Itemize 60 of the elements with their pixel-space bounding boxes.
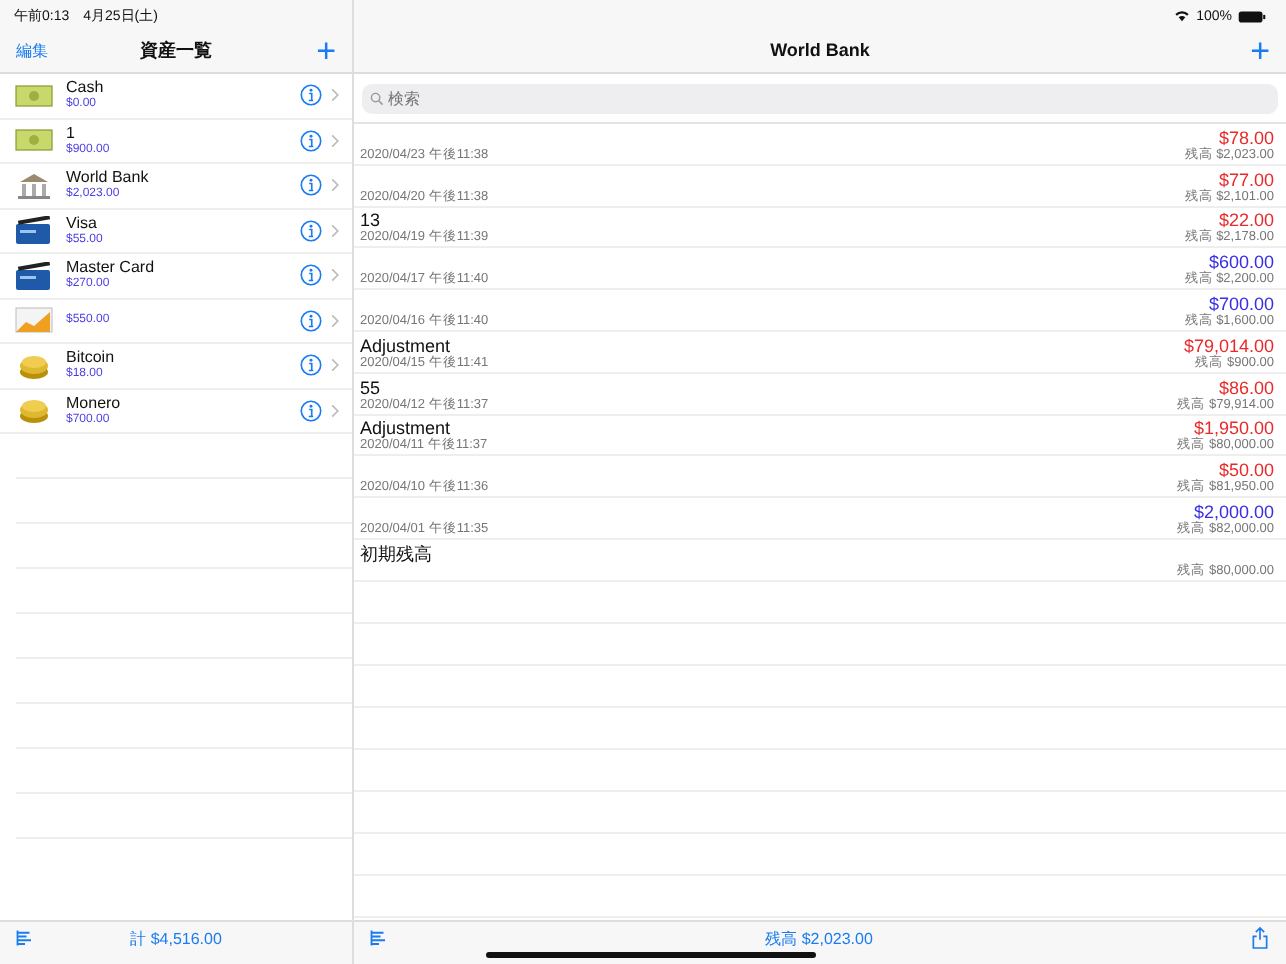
search-icon	[370, 92, 384, 106]
info-icon[interactable]	[300, 354, 322, 377]
transaction-amount: $86.00	[1218, 377, 1274, 398]
transaction-amount: $79,014.00	[1183, 335, 1274, 356]
transaction-memo: Adjustment	[360, 335, 451, 356]
asset-name: Monero	[66, 393, 123, 412]
chevron-icon	[330, 223, 340, 238]
chevron-icon	[330, 88, 340, 103]
info-icon[interactable]	[300, 264, 322, 287]
sidebar-title: 資産一覧	[140, 37, 212, 63]
asset-name: 1	[66, 123, 77, 142]
balance-label: 残高 $2,023.00	[763, 927, 875, 949]
asset-name: Visa	[66, 213, 99, 232]
transaction-memo: 13	[360, 210, 381, 231]
chevron-icon	[330, 268, 340, 283]
transaction-amount: $2,000.00	[1193, 501, 1274, 522]
chevron-icon	[330, 133, 340, 148]
chevron-icon	[330, 178, 340, 193]
asset-name: World Bank	[66, 168, 151, 187]
transaction-amount: $700.00	[1208, 293, 1274, 314]
banknote-icon	[14, 126, 54, 155]
info-icon[interactable]	[300, 309, 322, 332]
transaction-amount: $1,950.00	[1193, 418, 1274, 439]
transaction-amount: $22.00	[1218, 210, 1274, 231]
credit-card-icon	[14, 216, 54, 245]
list-icon[interactable]	[370, 928, 388, 948]
share-icon[interactable]	[1250, 926, 1270, 950]
info-icon[interactable]	[300, 219, 322, 242]
transaction-memo: 初期残高	[360, 543, 432, 564]
chevron-icon	[330, 358, 340, 373]
battery-icon	[1238, 9, 1266, 23]
banknote-icon	[14, 81, 54, 110]
info-icon[interactable]	[300, 84, 322, 107]
transaction-memo: Adjustment	[360, 418, 451, 439]
transaction-memo: 55	[360, 377, 381, 398]
wifi-icon	[1174, 10, 1191, 22]
chevron-icon	[330, 403, 340, 418]
info-icon[interactable]	[300, 129, 322, 152]
edit-button[interactable]: 編集	[16, 39, 48, 61]
asset-name: Master Card	[66, 258, 157, 277]
coins-icon	[14, 396, 54, 425]
chevron-icon	[330, 313, 340, 328]
total-label: 計 $4,516.00	[128, 927, 224, 949]
add-button[interactable]: +	[1250, 33, 1270, 67]
transaction-amount: $78.00	[1218, 127, 1274, 148]
bank-icon	[14, 171, 54, 200]
transaction-amount: $77.00	[1218, 169, 1274, 190]
list-icon[interactable]	[16, 928, 34, 948]
search-field[interactable]: 検索	[362, 84, 1278, 114]
info-icon[interactable]	[300, 174, 322, 197]
account-title: World Bank	[770, 40, 870, 60]
credit-card-icon	[14, 261, 54, 290]
transaction-amount: $50.00	[1218, 460, 1274, 481]
coins-icon	[14, 351, 54, 380]
asset-name: Cash	[66, 78, 106, 97]
add-button[interactable]: +	[316, 33, 336, 67]
info-icon[interactable]	[300, 399, 322, 422]
asset-name: Bitcoin	[66, 348, 117, 367]
transaction-amount: $600.00	[1208, 252, 1274, 273]
chart-icon	[14, 306, 54, 335]
